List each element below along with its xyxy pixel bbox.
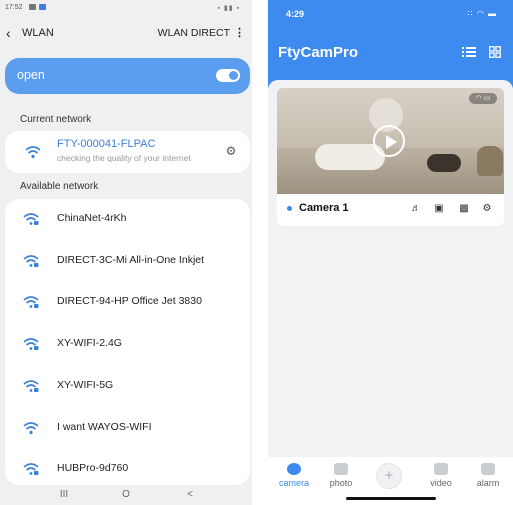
current-network-card[interactable]: FTY-000041-FLPAC checking the quality of… — [5, 131, 250, 173]
network-name: DIRECT-94-HP Office Jet 3830 — [57, 295, 202, 307]
video-tab-icon — [434, 463, 448, 475]
wifi-lock-icon — [23, 380, 39, 392]
camera-status-badge: ◠ ▭ — [469, 93, 497, 104]
tab-label: video — [430, 478, 452, 488]
status-time: 17:52 — [5, 4, 23, 11]
tab-label: alarm — [476, 478, 500, 488]
back-arrow-icon[interactable]: ‹ — [6, 25, 20, 41]
list-item[interactable]: HUBPro-9d760 — [5, 449, 250, 485]
camera-tab-icon — [287, 463, 301, 475]
list-item[interactable]: I want WAYOS-WIFI — [5, 408, 250, 448]
list-item[interactable]: XY-WIFI-2.4G — [5, 324, 250, 364]
video-icon[interactable]: ▩ — [457, 202, 471, 216]
tab-alarm[interactable]: alarm — [466, 463, 510, 495]
list-item[interactable]: DIRECT-3C-Mi All-in-One Inkjet — [5, 241, 250, 281]
wlan-settings-screen: 17:52 ▪ ▮▮ ▪ ‹ WLAN WLAN DIRECT ⋮ open C… — [0, 0, 252, 505]
available-network-list: ChinaNet-4rKh DIRECT-3C-Mi All-in-One In… — [5, 199, 250, 485]
system-icons: ∶∶ ◠ ▬ — [467, 9, 497, 18]
wlan-direct-link[interactable]: WLAN DIRECT — [158, 27, 230, 39]
app-title: FtyCamPro — [278, 44, 359, 61]
wifi-lock-icon — [23, 296, 39, 308]
list-item[interactable]: DIRECT-94-HP Office Jet 3830 — [5, 282, 250, 322]
switch-knob — [229, 71, 238, 80]
online-dot — [287, 206, 292, 211]
gear-icon[interactable]: ⚙ — [224, 144, 238, 158]
network-name: HUBPro-9d760 — [57, 462, 129, 474]
thumbnail-chair — [477, 146, 503, 176]
thumbnail-table — [427, 154, 461, 172]
alarm-tab-icon — [481, 463, 495, 475]
tab-label: photo — [329, 478, 353, 488]
wifi-lock-icon — [23, 463, 39, 475]
home-indicator — [346, 497, 436, 500]
recent-apps-button[interactable]: III — [54, 487, 74, 503]
tab-photo[interactable]: photo — [319, 463, 363, 495]
page-title: WLAN — [22, 27, 54, 39]
home-button[interactable]: O — [116, 487, 136, 503]
list-view-icon[interactable] — [462, 46, 476, 58]
network-name: DIRECT-3C-Mi All-in-One Inkjet — [57, 254, 205, 266]
network-name: XY-WIFI-2.4G — [57, 337, 122, 349]
bottom-tab-bar: camera photo + video alarm — [268, 457, 513, 505]
add-device-button[interactable]: + — [376, 463, 402, 489]
notification-icon — [29, 4, 36, 10]
current-network-heading: Current network — [20, 114, 92, 125]
wlan-toggle-label: open — [17, 68, 45, 82]
list-item[interactable]: XY-WIFI-5G — [5, 366, 250, 406]
app-notification-icon — [39, 4, 46, 10]
tab-camera[interactable]: camera — [272, 463, 316, 495]
wlan-switch[interactable] — [216, 69, 240, 82]
photo-icon[interactable]: ▣ — [432, 202, 446, 216]
network-name: I want WAYOS-WIFI — [57, 421, 152, 433]
camera-info-row: Camera 1 ♬ ▣ ▩ ⚙ — [277, 198, 504, 220]
wlan-header: ‹ WLAN WLAN DIRECT ⋮ — [0, 20, 252, 48]
settings-icon[interactable]: ⚙ — [480, 202, 494, 216]
status-bar: 17:52 ▪ ▮▮ ▪ — [0, 0, 252, 16]
screenshot-stage: 17:52 ▪ ▮▮ ▪ ‹ WLAN WLAN DIRECT ⋮ open C… — [0, 0, 513, 505]
available-network-heading: Available network — [20, 181, 99, 192]
back-button[interactable]: < — [180, 487, 200, 503]
network-name: XY-WIFI-5G — [57, 379, 114, 391]
more-options-icon[interactable]: ⋮ — [234, 27, 245, 39]
grid-view-icon[interactable] — [489, 46, 501, 58]
android-nav-bar: III O < — [0, 485, 252, 505]
ftycampro-screen: 4:29 ∶∶ ◠ ▬ FtyCamPro ◠ ▭ Camera 1 ♬ ▣ ▩… — [268, 0, 513, 505]
system-icons: ▪ ▮▮ ▪ — [217, 5, 240, 12]
play-icon[interactable] — [373, 125, 405, 157]
wifi-icon — [23, 422, 39, 435]
camera-thumbnail[interactable]: ◠ ▭ — [277, 88, 504, 194]
wifi-lock-icon — [23, 338, 39, 350]
list-item[interactable]: ChinaNet-4rKh — [5, 199, 250, 239]
camera-card[interactable]: ◠ ▭ Camera 1 ♬ ▣ ▩ ⚙ — [277, 88, 504, 226]
camera-list-area: ◠ ▭ Camera 1 ♬ ▣ ▩ ⚙ — [268, 80, 513, 457]
wifi-lock-icon — [23, 255, 39, 267]
wifi-icon — [25, 146, 41, 159]
tab-video[interactable]: video — [419, 463, 463, 495]
current-network-ssid: FTY-000041-FLPAC — [57, 138, 156, 150]
wifi-lock-icon — [23, 213, 39, 225]
current-network-status: checking the quality of your internet — [57, 153, 191, 163]
bell-icon[interactable]: ♬ — [409, 202, 423, 216]
status-time: 4:29 — [286, 9, 305, 19]
tab-label: camera — [278, 478, 309, 488]
photo-tab-icon — [334, 463, 348, 475]
app-header: 4:29 ∶∶ ◠ ▬ FtyCamPro — [268, 0, 513, 88]
camera-name: Camera 1 — [299, 202, 349, 214]
network-name: ChinaNet-4rKh — [57, 212, 127, 224]
wlan-toggle-bar[interactable]: open — [5, 58, 250, 94]
